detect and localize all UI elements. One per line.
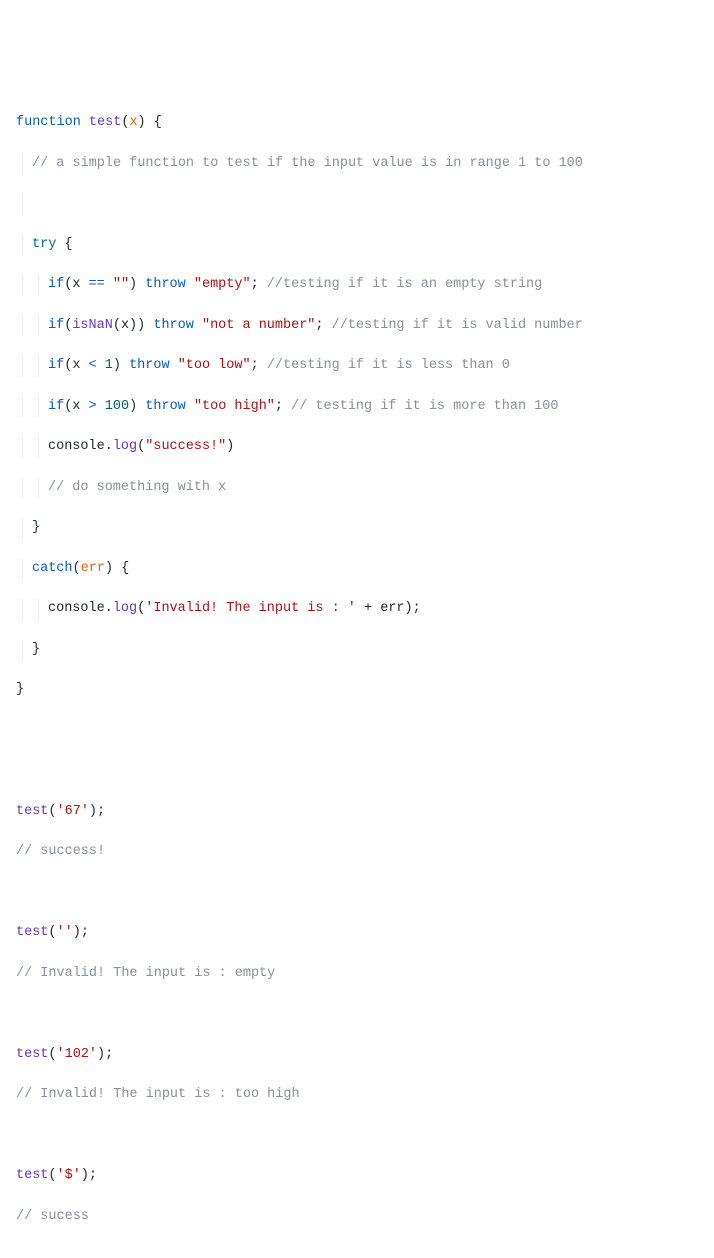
param: err <box>81 561 105 576</box>
keyword-throw: throw <box>129 358 170 373</box>
code-line: // do something with x <box>16 478 698 498</box>
object: console <box>48 439 105 454</box>
string: 'Invalid! The input is : ' <box>145 601 356 616</box>
code-line: if(x > 100) throw "too high"; // testing… <box>16 397 698 417</box>
output-comment: // Invalid! The input is : empty <box>16 964 698 984</box>
code-line: function test(x) { <box>16 113 698 133</box>
code-line: if(x == "") throw "empty"; //testing if … <box>16 275 698 295</box>
keyword-if: if <box>48 358 64 373</box>
var: x <box>121 318 129 333</box>
operator: < <box>89 358 97 373</box>
comment: // Invalid! The input is : empty <box>16 966 275 981</box>
operator: > <box>89 399 97 414</box>
keyword-try: try <box>32 237 56 252</box>
comment: // do something with x <box>48 480 226 495</box>
function-name: test <box>89 115 121 130</box>
builtin-fn: isNaN <box>72 318 113 333</box>
call-line: test('$'); <box>16 1166 698 1186</box>
comment: //testing if it is an empty string <box>267 277 542 292</box>
var: x <box>72 277 80 292</box>
keyword-throw: throw <box>145 399 186 414</box>
method: log <box>113 439 137 454</box>
code-line: } <box>16 640 698 660</box>
code-line: if(x < 1) throw "too low"; //testing if … <box>16 356 698 376</box>
keyword-function: function <box>16 115 81 130</box>
blank-line <box>16 761 698 781</box>
number: 100 <box>105 399 129 414</box>
string: "success!" <box>145 439 226 454</box>
operator: == <box>89 277 105 292</box>
string: "empty" <box>194 277 251 292</box>
string: "too low" <box>178 358 251 373</box>
code-block: function test(x) { // a simple function … <box>16 93 698 1247</box>
keyword-throw: throw <box>145 277 186 292</box>
blank-line <box>16 1126 698 1146</box>
code-line: console.log('Invalid! The input is : ' +… <box>16 599 698 619</box>
call-line: test('67'); <box>16 802 698 822</box>
code-line: try { <box>16 235 698 255</box>
keyword-if: if <box>48 277 64 292</box>
comment: // testing if it is more than 100 <box>291 399 558 414</box>
comment: //testing if it is valid number <box>332 318 583 333</box>
method: log <box>113 601 137 616</box>
var: x <box>72 358 80 373</box>
output-comment: // success! <box>16 842 698 862</box>
call-line: test('102'); <box>16 1045 698 1065</box>
code-line: // a simple function to test if the inpu… <box>16 154 698 174</box>
blank-line <box>16 1004 698 1024</box>
string: '$' <box>57 1168 81 1183</box>
string: "too high" <box>194 399 275 414</box>
call-line: test(''); <box>16 923 698 943</box>
string: "" <box>113 277 129 292</box>
comment: //testing if it is less than 0 <box>267 358 510 373</box>
comment: // success! <box>16 844 105 859</box>
blank-line <box>16 883 698 903</box>
param: x <box>129 115 137 130</box>
object: console <box>48 601 105 616</box>
var: err <box>380 601 404 616</box>
string: '' <box>57 925 73 940</box>
code-line: } <box>16 518 698 538</box>
output-comment: // Invalid! The input is : too high <box>16 1085 698 1105</box>
code-line: console.log("success!") <box>16 437 698 457</box>
blank-line <box>16 721 698 741</box>
code-line: if(isNaN(x)) throw "not a number"; //tes… <box>16 316 698 336</box>
var: x <box>72 399 80 414</box>
keyword-if: if <box>48 318 64 333</box>
string: "not a number" <box>202 318 315 333</box>
keyword-if: if <box>48 399 64 414</box>
code-line: } <box>16 680 698 700</box>
function-name: test <box>16 925 48 940</box>
string: '67' <box>57 804 89 819</box>
function-name: test <box>16 1168 48 1183</box>
comment: // a simple function to test if the inpu… <box>32 156 583 171</box>
output-comment: // sucess <box>16 1207 698 1227</box>
keyword-catch: catch <box>32 561 73 576</box>
comment: // Invalid! The input is : too high <box>16 1087 300 1102</box>
string: '102' <box>57 1047 98 1062</box>
number: 1 <box>105 358 113 373</box>
blank-line <box>16 194 698 214</box>
function-name: test <box>16 1047 48 1062</box>
operator: + <box>356 601 380 616</box>
code-line: catch(err) { <box>16 559 698 579</box>
keyword-throw: throw <box>153 318 194 333</box>
function-name: test <box>16 804 48 819</box>
comment: // sucess <box>16 1209 89 1224</box>
